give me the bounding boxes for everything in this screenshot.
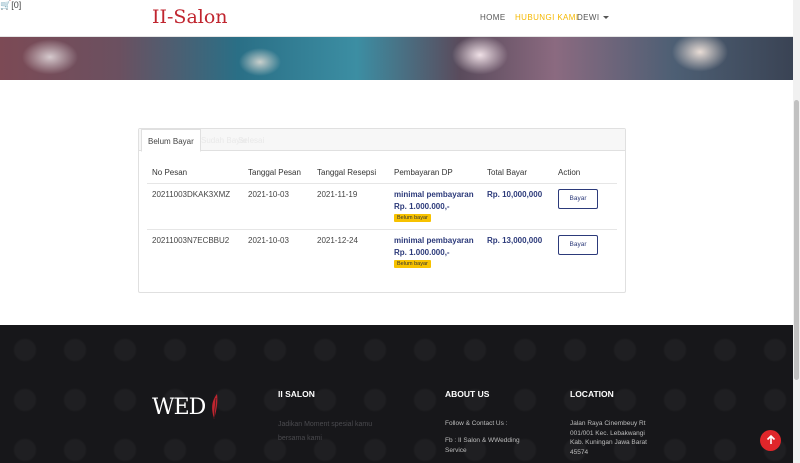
footer: WED II SALON Jadikan Moment spesial kamu…: [0, 325, 793, 463]
header-tanggal-resepsi: Tanggal Resepsi: [317, 168, 377, 177]
bayar-button[interactable]: Bayar: [558, 189, 598, 209]
footer-about-text: Follow & Contact Us :: [445, 420, 508, 427]
footer-location-text: Jalan Raya Cinembeuy Rt: [570, 420, 646, 427]
cell-dp-note: minimal pembayaran: [394, 236, 474, 245]
navbar: II-Salon HOME HUBUNGI KAMI DEWI 🛒[0]: [0, 0, 793, 37]
header-total-bayar: Total Bayar: [487, 168, 528, 177]
nav-contact[interactable]: HUBUNGI KAMI: [515, 13, 578, 22]
cell-tanggal-resepsi: 2021-11-19: [317, 190, 358, 199]
cart-icon[interactable]: 🛒[0]: [0, 0, 793, 11]
cell-total: Rp. 13,000,000: [487, 236, 543, 245]
header-tanggal-pesan: Tanggal Pesan: [248, 168, 301, 177]
table-divider: [147, 183, 617, 184]
cell-total: Rp. 10,000,000: [487, 190, 543, 199]
cell-dp-amount: Rp. 1.000.000,-: [394, 248, 450, 257]
brand-logo[interactable]: II-Salon: [152, 6, 228, 28]
hero-banner: [0, 37, 793, 80]
status-badge: Belum bayar: [394, 260, 431, 268]
tab-selesai[interactable]: Selesai: [232, 129, 270, 151]
table-divider: [147, 229, 617, 230]
arrow-up-icon[interactable]: [760, 430, 781, 451]
order-card: Belum Bayar Sudah Bayar Selesai No Pesan…: [138, 128, 626, 293]
order-tabs: Belum Bayar Sudah Bayar Selesai: [139, 129, 625, 152]
nav-user-dropdown[interactable]: DEWI: [577, 13, 609, 22]
cell-tanggal-resepsi: 2021-12-24: [317, 236, 358, 245]
footer-about-text: Service: [445, 447, 467, 454]
cell-no-pesan: 20211003DKAK3XMZ: [152, 190, 231, 199]
bayar-button[interactable]: Bayar: [558, 235, 598, 255]
footer-salon-text: Jadikan Moment spesial kamu: [278, 421, 373, 428]
footer-salon-title: II SALON: [278, 389, 315, 399]
footer-logo: WED: [152, 395, 206, 420]
footer-facebook-link[interactable]: Fb : II Salon & WWedding: [445, 436, 520, 446]
feather-icon: [208, 393, 218, 419]
footer-location-text: 45574: [570, 448, 589, 456]
header-action: Action: [558, 168, 581, 177]
cell-no-pesan: 20211003N7ECBBU2: [152, 236, 230, 245]
footer-location-text: 001/001 Kec. Lebakwangi: [570, 429, 645, 437]
scrollbar-thumb[interactable]: [794, 100, 799, 380]
footer-location-text: Kab. Kuningan Jawa Barat: [570, 439, 647, 446]
tab-belum-bayar[interactable]: Belum Bayar: [141, 129, 201, 152]
page-scrollbar[interactable]: [793, 0, 800, 463]
header-no-pesan: No Pesan: [152, 168, 188, 177]
cell-tanggal-pesan: 2021-10-03: [248, 236, 289, 245]
nav-home[interactable]: HOME: [480, 13, 506, 22]
cell-tanggal-pesan: 2021-10-03: [248, 190, 289, 199]
cell-dp-amount: Rp. 1.000.000,-: [394, 202, 450, 211]
header-pembayaran-dp: Pembayaran DP: [394, 168, 453, 177]
footer-about-title: ABOUT US: [445, 389, 490, 399]
footer-salon-text: bersama kami: [278, 435, 322, 442]
status-badge: Belum bayar: [394, 214, 431, 222]
cell-dp-note: minimal pembayaran: [394, 190, 474, 199]
footer-location-title: LOCATION: [570, 389, 614, 399]
